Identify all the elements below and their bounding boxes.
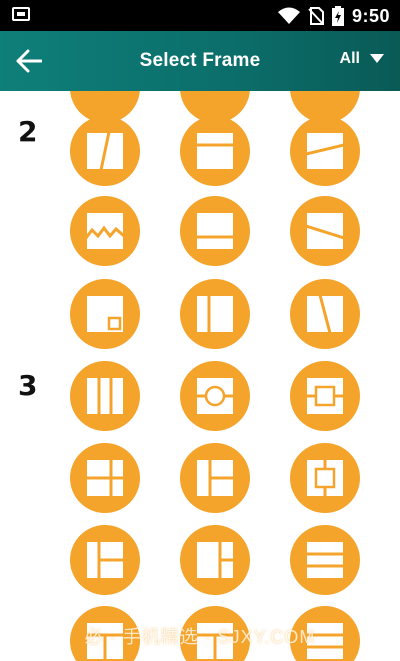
no-sim-icon bbox=[308, 7, 324, 25]
dropdown-arrow-icon bbox=[370, 54, 384, 63]
frame-tile-bottom-split[interactable] bbox=[180, 196, 250, 266]
frame-tile-inset-corner[interactable] bbox=[70, 279, 140, 349]
clock: 9:50 bbox=[351, 5, 390, 26]
watermark: 必 · 手机精选 · SJXY.COM bbox=[84, 627, 316, 647]
frame-tile-three-rows[interactable] bbox=[290, 525, 360, 595]
frame-grid: 2 3 bbox=[0, 91, 400, 661]
frame-tile-vertical-split[interactable] bbox=[180, 279, 250, 349]
frame-tile-right-column-stack[interactable] bbox=[180, 525, 250, 595]
frame-tile-diagonal-split-steep[interactable] bbox=[290, 279, 360, 349]
frame-tile-zigzag-split[interactable] bbox=[70, 196, 140, 266]
status-bar: 9:50 bbox=[0, 0, 400, 31]
filter-label: All bbox=[339, 50, 360, 67]
frame-tile-circle-center[interactable] bbox=[180, 361, 250, 431]
frame-tile-vertical-square-center[interactable] bbox=[290, 443, 360, 513]
frame-tile-slanted-split[interactable] bbox=[290, 116, 360, 186]
wifi-icon bbox=[277, 7, 300, 24]
group-label-3: 3 bbox=[18, 369, 38, 402]
frame-tile-horizontal-split[interactable] bbox=[180, 116, 250, 186]
group-label-2: 2 bbox=[18, 115, 38, 148]
gallery-icon bbox=[12, 7, 30, 21]
frame-tile-slanted-split-down[interactable] bbox=[290, 196, 360, 266]
frame-tile-diagonal-split[interactable] bbox=[70, 116, 140, 186]
app-bar: Select Frame All bbox=[0, 31, 400, 91]
frame-tile-square-center[interactable] bbox=[290, 361, 360, 431]
frame-tile-three-columns[interactable] bbox=[70, 361, 140, 431]
frame-tile-left-stack[interactable] bbox=[70, 443, 140, 513]
frame-tile-right-stack[interactable] bbox=[180, 443, 250, 513]
frame-tile-left-column-right-stack[interactable] bbox=[70, 525, 140, 595]
filter-dropdown[interactable]: All bbox=[340, 50, 384, 68]
battery-icon bbox=[331, 6, 344, 26]
status-icons: 9:50 bbox=[277, 4, 390, 28]
